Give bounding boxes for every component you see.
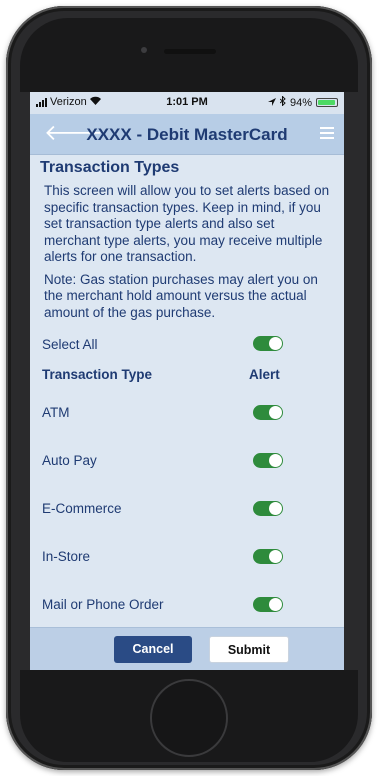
alert-toggle-atm[interactable]	[253, 405, 283, 420]
home-button[interactable]	[150, 679, 228, 757]
nav-title: XXXX - Debit MasterCard	[86, 125, 288, 144]
list-item-e-commerce: E-Commerce	[40, 485, 334, 533]
list-item-mail-phone: Mail or Phone Order	[40, 581, 334, 629]
list-item-label: In-Store	[42, 549, 91, 564]
phone-frame: Verizon 1:01 PM 94% 🡐 XXXX - Debit Maste…	[6, 6, 372, 770]
table-header: Transaction Type Alert	[40, 363, 334, 389]
phone-top-bezel	[20, 18, 358, 92]
alert-toggle-in-store[interactable]	[253, 549, 283, 564]
column-header-type: Transaction Type	[42, 367, 153, 382]
bluetooth-icon	[279, 95, 286, 109]
hamburger-menu-icon[interactable]	[320, 127, 334, 142]
submit-button[interactable]: Submit	[209, 636, 289, 663]
camera-icon	[141, 47, 147, 53]
alert-toggle-e-commerce[interactable]	[253, 501, 283, 516]
battery-level	[318, 100, 335, 105]
alert-toggle-auto-pay[interactable]	[253, 453, 283, 468]
list-item-label: E-Commerce	[42, 501, 122, 516]
select-all-toggle[interactable]	[253, 336, 283, 351]
page-title: Transaction Types	[40, 159, 180, 176]
list-item-in-store: In-Store	[40, 533, 334, 581]
cancel-button[interactable]: Cancel	[114, 636, 192, 663]
status-bar: Verizon 1:01 PM 94%	[30, 92, 344, 114]
list-item-label: ATM	[42, 405, 70, 420]
description-text: This screen will allow you to set alerts…	[44, 183, 330, 264]
nav-bar: 🡐 XXXX - Debit MasterCard	[30, 114, 344, 155]
alert-toggle-mail-phone[interactable]	[253, 597, 283, 612]
status-right: 94%	[267, 95, 338, 109]
list-item-label: Auto Pay	[42, 453, 97, 468]
list-item-auto-pay: Auto Pay	[40, 437, 334, 485]
action-bar: Cancel Submit	[30, 627, 344, 670]
speaker-grille	[164, 49, 216, 54]
column-header-alert: Alert	[249, 367, 280, 382]
main-content: Transaction Types This screen will allow…	[30, 159, 344, 629]
battery-percent: 94%	[289, 96, 312, 109]
battery-icon	[316, 98, 338, 107]
select-all-label: Select All	[42, 337, 98, 352]
list-item-atm: ATM	[40, 389, 334, 437]
list-item-label: Mail or Phone Order	[42, 597, 164, 612]
select-all-row: Select All	[40, 327, 334, 363]
location-icon	[267, 97, 276, 109]
note-text: Note: Gas station purchases may alert yo…	[44, 271, 318, 320]
app-screen: Verizon 1:01 PM 94% 🡐 XXXX - Debit Maste…	[30, 92, 344, 670]
